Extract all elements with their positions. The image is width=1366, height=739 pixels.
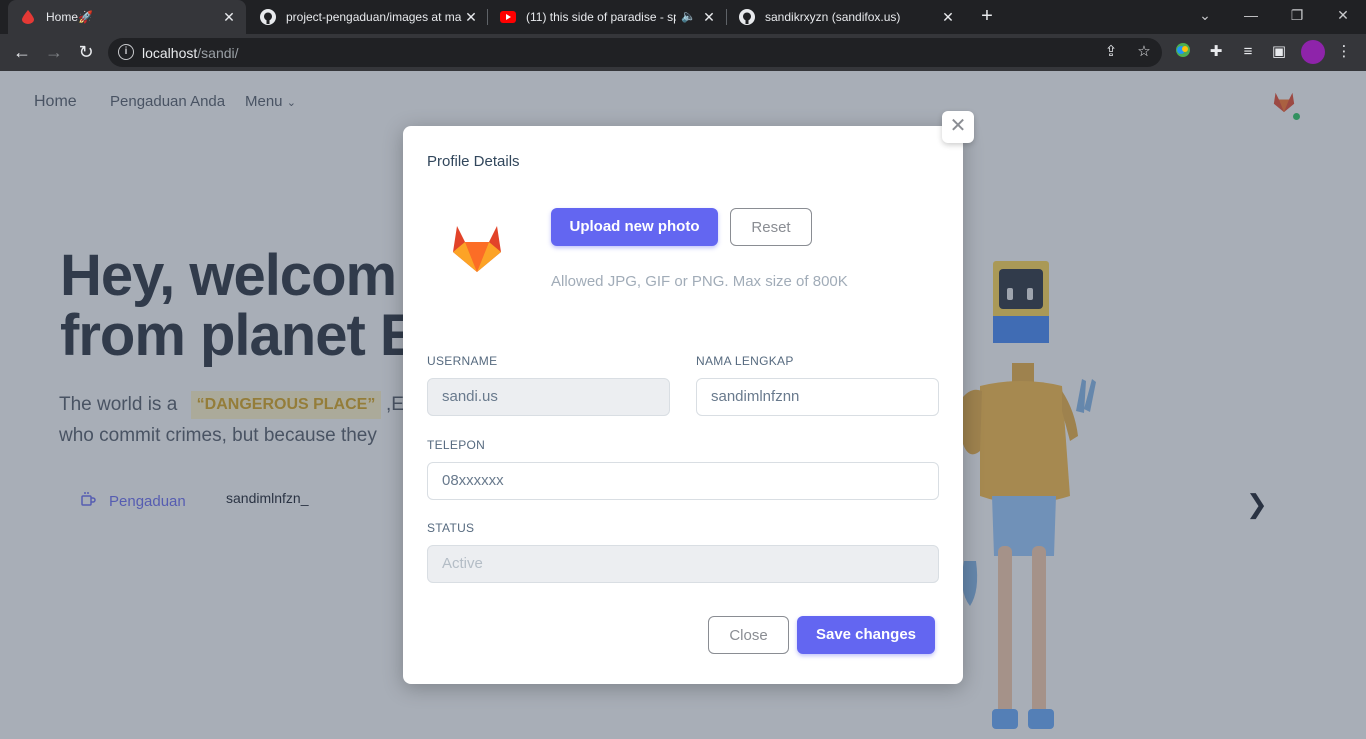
forward-icon[interactable]: →	[41, 40, 67, 66]
reset-button[interactable]: Reset	[730, 208, 812, 246]
tab-title: (11) this side of paradise - sp	[526, 10, 676, 24]
browser-menu-icon[interactable]: ⋮	[1334, 42, 1354, 62]
side-panel-icon[interactable]: ▣	[1269, 42, 1289, 62]
back-icon[interactable]: ←	[9, 40, 35, 66]
modal-title: Profile Details	[427, 153, 520, 170]
tab-title: sandikrxyzn (sandifox.us)	[765, 10, 901, 24]
browser-tabstrip: Home🚀 ✕ project-pengaduan/images at ma ✕…	[0, 0, 1366, 34]
fullname-input[interactable]: sandimlnfznn	[696, 378, 939, 416]
restore-button[interactable]: ❐	[1274, 0, 1320, 34]
tab-close-icon[interactable]: ✕	[939, 8, 957, 26]
url-text: localhost/sandi/	[142, 45, 239, 61]
site-info-icon[interactable]: i	[118, 44, 134, 60]
address-bar[interactable]: i localhost/sandi/ ⇪ ☆	[108, 38, 1162, 67]
username-input[interactable]: sandi.us	[427, 378, 670, 416]
tab-close-icon[interactable]: ✕	[220, 8, 238, 26]
tab-title: project-pengaduan/images at ma	[286, 10, 462, 24]
tab-home[interactable]: Home🚀 ✕	[8, 0, 246, 34]
upload-hint: Allowed JPG, GIF or PNG. Max size of 800…	[551, 273, 848, 290]
extensions-puzzle-icon[interactable]: ✚	[1206, 42, 1226, 62]
github-icon	[260, 9, 276, 25]
new-tab-button[interactable]: +	[976, 6, 998, 28]
youtube-icon	[500, 9, 516, 25]
reload-icon[interactable]: ↻	[73, 40, 99, 66]
tab-search-icon[interactable]: ⌄	[1182, 0, 1228, 34]
drop-icon	[20, 9, 36, 25]
gitlab-avatar-icon	[449, 222, 505, 278]
profile-modal: Profile Details Upload new photo Reset A…	[403, 126, 963, 684]
username-label: USERNAME	[427, 354, 498, 368]
speaker-icon[interactable]: 🔈	[681, 9, 696, 23]
browser-toolbar: ← → ↻ i localhost/sandi/ ⇪ ☆ ✚ ≡ ▣ ⋮	[0, 34, 1366, 71]
media-queue-icon[interactable]: ≡	[1238, 42, 1258, 62]
tab-github-images[interactable]: project-pengaduan/images at ma ✕	[248, 0, 488, 34]
extension-color-icon[interactable]	[1173, 42, 1193, 62]
profile-avatar[interactable]	[1301, 40, 1325, 64]
tab-youtube[interactable]: (11) this side of paradise - sp 🔈 ✕	[488, 0, 726, 34]
tab-title: Home🚀	[46, 10, 93, 24]
phone-label: TELEPON	[427, 438, 486, 452]
tab-github-profile[interactable]: sandikrxyzn (sandifox.us) ✕	[727, 0, 965, 34]
save-changes-button[interactable]: Save changes	[797, 616, 935, 654]
tab-close-icon[interactable]: ✕	[462, 8, 480, 26]
fullname-label: NAMA LENGKAP	[696, 354, 794, 368]
upload-photo-button[interactable]: Upload new photo	[551, 208, 718, 246]
share-icon[interactable]: ⇪	[1101, 42, 1121, 62]
phone-input[interactable]: 08xxxxxx	[427, 462, 939, 500]
minimize-button[interactable]: —	[1228, 0, 1274, 34]
tab-close-icon[interactable]: ✕	[700, 8, 718, 26]
status-input[interactable]: Active	[427, 545, 939, 583]
status-label: STATUS	[427, 521, 475, 535]
close-button[interactable]: Close	[708, 616, 789, 654]
modal-close-icon[interactable]: ✕	[942, 111, 974, 143]
github-icon	[739, 9, 755, 25]
close-window-button[interactable]: ✕	[1320, 0, 1366, 34]
bookmark-star-icon[interactable]: ☆	[1134, 42, 1154, 62]
